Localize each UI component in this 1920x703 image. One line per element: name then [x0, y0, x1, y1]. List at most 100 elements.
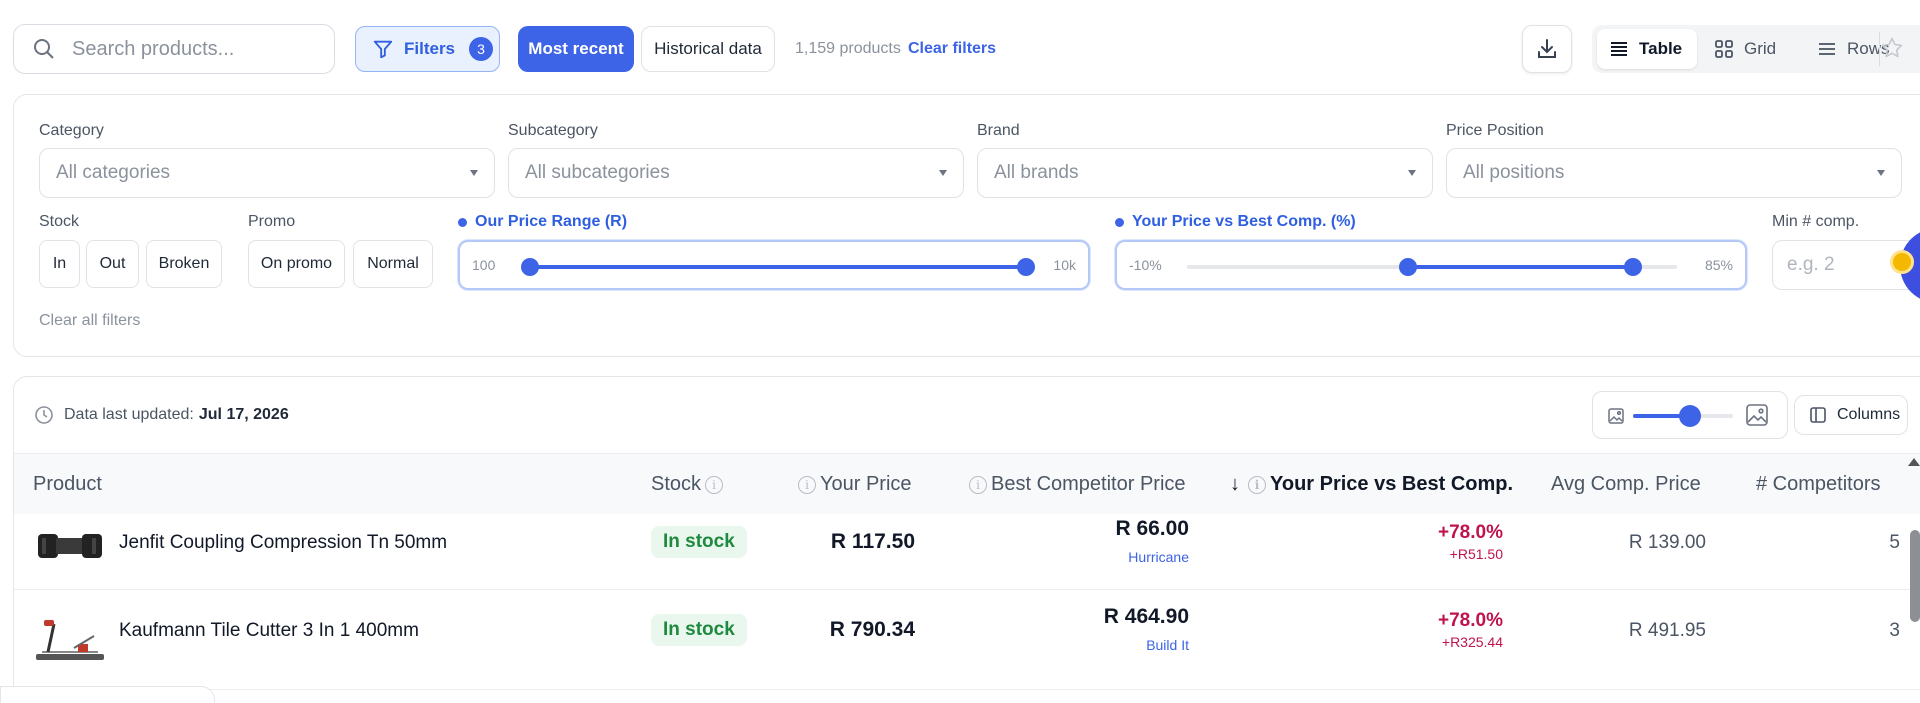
- price-position-value: All positions: [1463, 162, 1565, 183]
- avg-comp-price: R 139.00: [1628, 532, 1706, 553]
- filter-icon: [373, 40, 393, 59]
- stock-label: Stock: [39, 213, 80, 230]
- slider-min-handle[interactable]: [1398, 258, 1417, 276]
- image-small-icon: [1608, 408, 1624, 424]
- best-competitor-price: R 66.00: [1115, 517, 1189, 540]
- slider-max-handle[interactable]: [1017, 258, 1035, 276]
- price-range-min: 100: [472, 257, 496, 273]
- chevron-down-icon: [1877, 170, 1885, 176]
- competitor-count: 5: [1889, 532, 1900, 553]
- price-position-label: Price Position: [1446, 122, 1544, 139]
- min-comp-label: Min # comp.: [1772, 213, 1860, 230]
- category-value: All categories: [56, 162, 171, 183]
- avg-comp-price: R 491.95: [1628, 620, 1706, 641]
- price-range-label-text: Our Price Range (R): [475, 213, 628, 230]
- info-icon[interactable]: i: [1248, 475, 1266, 494]
- table-row[interactable]: Jenfit Coupling Compression Tn 50mm In s…: [14, 514, 1920, 590]
- image-large-icon: [1746, 404, 1768, 426]
- promo-on-chip[interactable]: On promo: [248, 240, 345, 288]
- chevron-down-icon: [939, 170, 947, 176]
- col-stock-label: Stock: [651, 473, 702, 495]
- col-best-comp[interactable]: i Best Competitor Price: [965, 473, 1186, 496]
- brand-label: Brand: [977, 122, 1020, 139]
- info-icon[interactable]: i: [705, 475, 724, 494]
- promo-label: Promo: [248, 213, 296, 230]
- clear-all-filters-link[interactable]: Clear all filters: [39, 312, 140, 330]
- table-icon: [1611, 42, 1627, 56]
- chevron-down-icon: [470, 170, 478, 176]
- info-icon[interactable]: i: [969, 475, 987, 494]
- brand-select[interactable]: All brands: [977, 148, 1433, 198]
- your-price: R 117.50: [830, 530, 915, 553]
- updated-prefix: Data last updated:: [64, 406, 194, 423]
- filters-label: Filters: [404, 39, 456, 58]
- subcategory-select[interactable]: All subcategories: [508, 148, 964, 198]
- slider-min-handle[interactable]: [521, 258, 539, 276]
- grid-icon: [1715, 40, 1733, 58]
- best-competitor-store[interactable]: Build It: [1146, 637, 1189, 653]
- product-thumbnail: [36, 620, 104, 660]
- scroll-up-arrow-icon[interactable]: [1908, 458, 1920, 466]
- view-toggle: Table Grid Rows: [1592, 25, 1920, 73]
- info-icon[interactable]: i: [798, 475, 816, 494]
- view-grid-label: Grid: [1744, 39, 1777, 58]
- product-count: 1,159 products: [795, 40, 901, 57]
- price-diff-amount: +R325.44: [1441, 634, 1503, 650]
- col-vs-best-label: Your Price vs Best Comp.: [1270, 473, 1514, 495]
- download-icon: [1538, 39, 1556, 58]
- sort-desc-icon: ↓: [1230, 473, 1240, 495]
- table-row[interactable]: Kaufmann Tile Cutter 3 In 1 400mm In sto…: [14, 590, 1920, 690]
- col-avg-comp[interactable]: Avg Comp. Price: [1551, 473, 1701, 496]
- columns-label: Columns: [1837, 406, 1901, 423]
- subcategory-label: Subcategory: [508, 122, 598, 139]
- slider-max-handle[interactable]: [1623, 258, 1642, 276]
- view-table-button[interactable]: Table: [1597, 29, 1697, 69]
- filters-count-badge: 3: [469, 37, 494, 61]
- stock-in-chip[interactable]: In: [39, 240, 80, 288]
- zoom-handle[interactable]: [1679, 405, 1701, 427]
- product-name[interactable]: Kaufmann Tile Cutter 3 In 1 400mm: [119, 620, 419, 642]
- brand-value: All brands: [994, 162, 1079, 183]
- star-icon[interactable]: [1880, 36, 1904, 60]
- data-updated-info: Data last updated: Jul 17, 2026: [34, 405, 289, 425]
- download-button[interactable]: [1522, 25, 1572, 73]
- price-range-slider[interactable]: 100 10k: [458, 240, 1090, 290]
- toolbar: Filters 3 Most recent Historical data 1,…: [0, 0, 1920, 98]
- col-product[interactable]: Product: [33, 473, 102, 496]
- search-box[interactable]: [13, 24, 335, 74]
- promo-normal-chip[interactable]: Normal: [353, 240, 433, 288]
- image-size-slider[interactable]: [1592, 391, 1788, 439]
- updated-date: Jul 17, 2026: [198, 406, 289, 423]
- col-stock[interactable]: Stock i: [651, 473, 727, 496]
- category-select[interactable]: All categories: [39, 148, 495, 198]
- vs-best-slider[interactable]: -10% 85%: [1115, 240, 1747, 290]
- category-label: Category: [39, 122, 104, 139]
- col-n-comp[interactable]: # Competitors: [1756, 473, 1881, 496]
- stock-broken-chip[interactable]: Broken: [146, 240, 222, 288]
- table-scrollbar[interactable]: [1910, 530, 1920, 622]
- clear-filters-link[interactable]: Clear filters: [908, 40, 996, 58]
- price-diff-percent: +78.0%: [1438, 610, 1503, 631]
- filters-button[interactable]: Filters 3: [355, 26, 500, 72]
- best-competitor-store[interactable]: Hurricane: [1128, 549, 1189, 565]
- price-diff-amount: +R51.50: [1449, 546, 1503, 562]
- stock-out-chip[interactable]: Out: [86, 240, 139, 288]
- col-your-price[interactable]: i Your Price: [794, 473, 912, 496]
- historical-data-button[interactable]: Historical data: [641, 26, 775, 72]
- filters-panel: [13, 94, 1920, 357]
- search-input[interactable]: [72, 37, 322, 61]
- bottom-panel-tab[interactable]: [0, 686, 215, 703]
- columns-icon: [1810, 407, 1826, 423]
- col-vs-best[interactable]: ↓ i Your Price vs Best Comp.: [1230, 473, 1513, 496]
- active-dot-icon: [1115, 217, 1124, 227]
- price-position-select[interactable]: All positions: [1446, 148, 1902, 198]
- most-recent-button[interactable]: Most recent: [518, 26, 634, 72]
- vs-best-max: 85%: [1704, 257, 1733, 273]
- active-dot-icon: [458, 217, 467, 227]
- columns-button[interactable]: Columns: [1794, 395, 1908, 435]
- vs-best-label: Your Price vs Best Comp. (%): [1115, 213, 1356, 231]
- view-grid-button[interactable]: Grid: [1702, 29, 1802, 69]
- vs-best-min: -10%: [1129, 257, 1162, 273]
- product-name[interactable]: Jenfit Coupling Compression Tn 50mm: [119, 532, 447, 554]
- price-range-label: Our Price Range (R): [458, 213, 627, 231]
